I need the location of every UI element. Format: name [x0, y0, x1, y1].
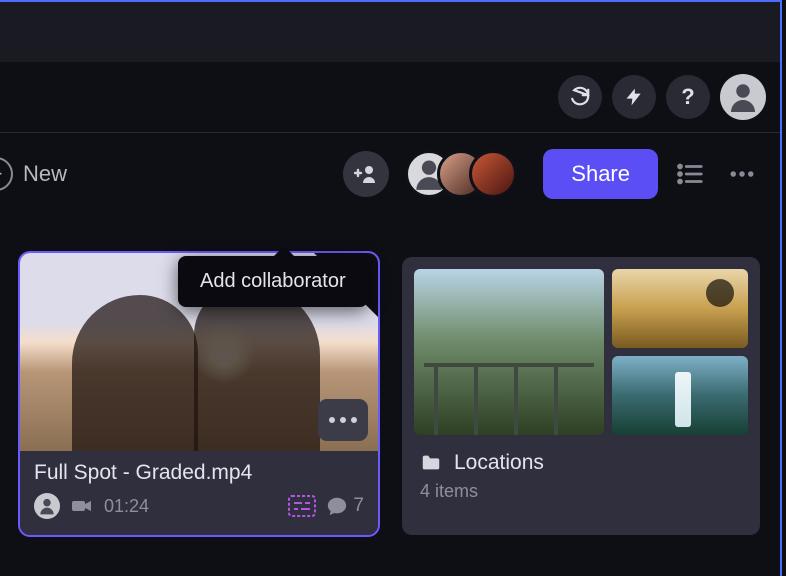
lower-toolbar: + New Share: [0, 133, 780, 215]
more-button[interactable]: [722, 159, 762, 189]
help-button[interactable]: ?: [666, 75, 710, 119]
bolt-icon: [624, 87, 644, 107]
video-duration: 01:24: [104, 496, 149, 517]
add-collaborator-button[interactable]: [343, 151, 389, 197]
collaborator-stack: [405, 150, 517, 198]
new-label: New: [23, 161, 67, 187]
user-icon: [725, 79, 761, 115]
upper-toolbar: ?: [0, 62, 780, 132]
tooltip-add-collaborator: Add collaborator: [178, 256, 368, 307]
refresh-icon: [569, 86, 591, 108]
more-horizontal-icon: [727, 159, 757, 189]
account-avatar[interactable]: [720, 74, 766, 120]
list-icon: [675, 159, 705, 189]
cc-icon: [288, 495, 316, 517]
video-camera-icon: [70, 494, 94, 518]
refresh-button[interactable]: [558, 75, 602, 119]
help-icon: ?: [681, 84, 694, 110]
card-more-button[interactable]: [318, 399, 368, 441]
tooltip-text: Add collaborator: [200, 270, 346, 292]
content-grid: Full Spot - Graded.mp4 01:24: [0, 215, 780, 555]
folder-item-count: 4 items: [420, 481, 742, 502]
comment-count[interactable]: 7: [326, 495, 364, 517]
folder-title: Locations: [454, 451, 544, 475]
bolt-button[interactable]: [612, 75, 656, 119]
folder-thumbnails: [402, 257, 760, 447]
list-view-button[interactable]: [670, 159, 710, 189]
share-label: Share: [571, 161, 630, 186]
cc-badge[interactable]: [288, 495, 316, 517]
video-title: Full Spot - Graded.mp4: [34, 461, 364, 485]
add-user-icon: [354, 162, 378, 186]
header-band: [0, 2, 780, 62]
new-button[interactable]: + New: [0, 157, 67, 191]
collaborator-avatar[interactable]: [469, 150, 517, 198]
user-icon: [37, 496, 57, 516]
share-button[interactable]: Share: [543, 149, 658, 199]
uploader-avatar[interactable]: [34, 493, 60, 519]
folder-card[interactable]: Locations 4 items: [402, 257, 760, 535]
comment-icon: [326, 495, 348, 517]
plus-circle-icon: +: [0, 157, 13, 191]
comment-count-value: 7: [353, 495, 364, 517]
folder-icon: [420, 452, 442, 474]
